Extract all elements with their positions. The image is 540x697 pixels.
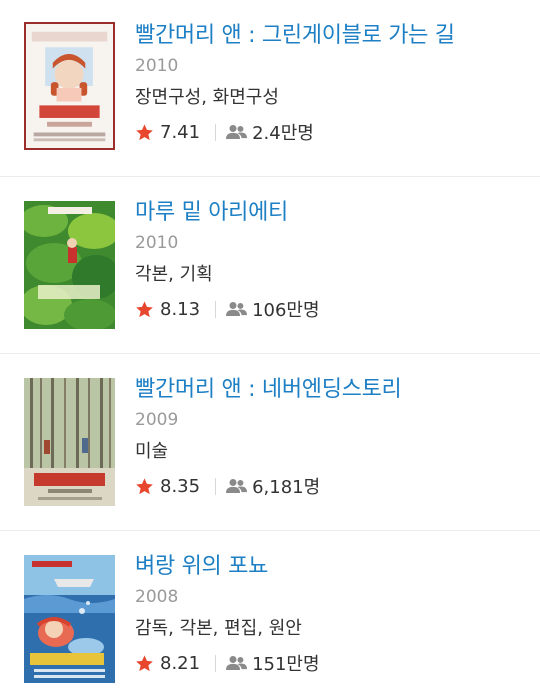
rating-value: 8.21 <box>160 652 201 674</box>
role-text: 미술 <box>135 441 169 462</box>
people-icon <box>226 479 248 493</box>
divider <box>215 123 217 141</box>
role-text: 감독, 각본, 편집, 원안 <box>135 618 302 639</box>
audience-count: 6,181명 <box>252 477 321 498</box>
movie-title[interactable]: 마루 밑 아리에티 <box>135 199 532 227</box>
movie-title[interactable]: 빨간머리 앤 : 그린게이블로 가는 길 <box>135 22 532 50</box>
list-item[interactable]: 마루 밑 아리에티 2010 각본, 기획 8.13 106만명 <box>0 176 540 353</box>
filmography-list: 빨간머리 앤 : 그린게이블로 가는 길 2010 장면구성, 화면구성 7.4… <box>0 0 540 696</box>
meta-row: 8.13 106만명 <box>135 296 532 322</box>
poster-anne-green-gables[interactable] <box>24 22 115 150</box>
divider <box>215 300 217 318</box>
release-year: 2010 <box>135 56 179 76</box>
role-text: 각본, 기획 <box>135 264 213 285</box>
audience-count: 106만명 <box>252 300 320 321</box>
people-icon <box>226 656 248 670</box>
release-year: 2009 <box>135 410 179 430</box>
meta-row: 7.41 2.4만명 <box>135 119 532 145</box>
people-icon <box>226 302 248 316</box>
poster-anne-neverending[interactable] <box>24 378 115 506</box>
list-item[interactable]: 빨간머리 앤 : 네버엔딩스토리 2009 미술 8.35 6,181명 <box>0 353 540 530</box>
role-text: 장면구성, 화면구성 <box>135 87 279 108</box>
star-icon <box>136 654 153 671</box>
rating-value: 7.41 <box>160 121 201 143</box>
list-item[interactable]: 빨간머리 앤 : 그린게이블로 가는 길 2010 장면구성, 화면구성 7.4… <box>0 0 540 176</box>
release-year: 2008 <box>135 587 179 607</box>
star-icon <box>136 123 153 140</box>
list-item[interactable]: 벼랑 위의 포뇨 2008 감독, 각본, 편집, 원안 8.21 151만명 <box>0 530 540 696</box>
divider <box>215 477 217 495</box>
meta-row: 8.21 151만명 <box>135 650 532 676</box>
star-icon <box>136 477 153 494</box>
movie-title[interactable]: 빨간머리 앤 : 네버엔딩스토리 <box>135 376 532 404</box>
poster-ponyo[interactable] <box>24 555 115 683</box>
star-icon <box>136 300 153 317</box>
rating-value: 8.35 <box>160 475 201 497</box>
audience-count: 2.4만명 <box>252 123 314 144</box>
divider <box>215 654 217 672</box>
movie-title[interactable]: 벼랑 위의 포뇨 <box>135 553 532 581</box>
meta-row: 8.35 6,181명 <box>135 473 532 499</box>
release-year: 2010 <box>135 233 179 253</box>
poster-arrietty[interactable] <box>24 201 115 329</box>
audience-count: 151만명 <box>252 654 320 675</box>
people-icon <box>226 125 248 139</box>
rating-value: 8.13 <box>160 298 201 320</box>
